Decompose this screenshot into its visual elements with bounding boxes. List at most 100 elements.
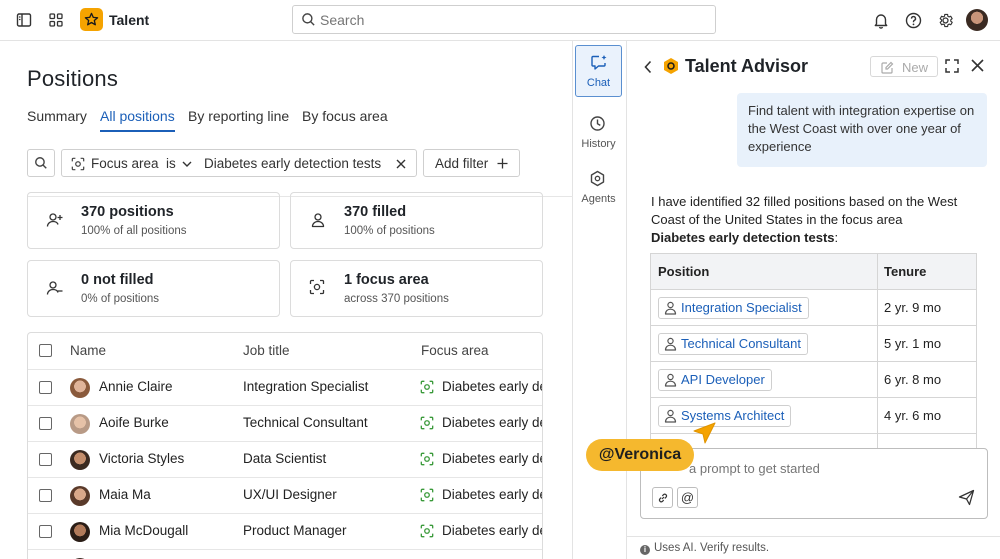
cell-name[interactable]: Aoife Burke	[99, 415, 169, 430]
cell-name[interactable]: Victoria Styles	[99, 451, 184, 466]
cell-focus-area: Diabetes early de	[442, 523, 543, 538]
agent-hexagon-icon	[590, 170, 605, 187]
card-focus-areas[interactable]: 1 focus area across 370 positions	[290, 260, 543, 317]
column-header-name[interactable]: Name	[70, 343, 106, 358]
card-subtitle: 100% of all positions	[81, 225, 187, 237]
ai-message: I have identified 32 filled positions ba…	[651, 193, 986, 247]
position-chip[interactable]: Integration Specialist	[658, 297, 809, 319]
global-search[interactable]	[292, 5, 716, 34]
table-row[interactable]	[28, 549, 542, 559]
cell-name[interactable]: Annie Claire	[99, 379, 173, 394]
clock-icon	[590, 116, 605, 131]
row-checkbox[interactable]	[39, 489, 52, 502]
sidebar-toggle-icon[interactable]	[14, 10, 34, 30]
table-row: API Developer 6 yr. 8 mo	[651, 362, 976, 398]
person-icon	[664, 373, 677, 387]
row-checkbox[interactable]	[39, 381, 52, 394]
position-link[interactable]: API Developer	[681, 372, 765, 387]
person-icon	[664, 409, 677, 423]
card-total-positions[interactable]: 370 positions 100% of all positions	[27, 192, 280, 249]
position-chip[interactable]: Technical Consultant	[658, 333, 808, 355]
avatar	[70, 450, 90, 470]
bell-icon[interactable]	[871, 10, 891, 30]
column-header-job-title[interactable]: Job title	[243, 343, 290, 358]
close-icon[interactable]	[396, 159, 406, 169]
rail-chat[interactable]: Chat	[575, 45, 622, 97]
card-subtitle: 0% of positions	[81, 293, 159, 305]
row-checkbox[interactable]	[39, 453, 52, 466]
add-filter-button[interactable]: Add filter	[423, 149, 520, 177]
table-row[interactable]: Maia Ma UX/UI Designer Diabetes early de	[28, 477, 542, 513]
page-title: Positions	[27, 66, 119, 91]
mention-button[interactable]: @	[677, 487, 698, 508]
user-avatar[interactable]	[966, 9, 988, 31]
mention-tag: @Veronica	[586, 439, 694, 471]
rail-history[interactable]: History	[575, 107, 622, 159]
filter-operator[interactable]: is	[166, 156, 176, 171]
row-checkbox[interactable]	[39, 417, 52, 430]
position-chip[interactable]: API Developer	[658, 369, 772, 391]
filter-search-button[interactable]	[27, 149, 55, 177]
position-link[interactable]: Integration Specialist	[681, 300, 802, 315]
gear-icon[interactable]	[935, 10, 955, 30]
chevron-down-icon[interactable]	[182, 160, 192, 168]
card-subtitle: 100% of positions	[344, 225, 435, 237]
focus-icon	[420, 524, 434, 538]
advisor-title: Talent Advisor	[685, 56, 809, 76]
prompt-input[interactable]	[653, 458, 973, 478]
new-chat-button[interactable]: New	[870, 56, 938, 77]
help-icon[interactable]	[903, 10, 923, 30]
position-chip[interactable]: Systems Architect	[658, 405, 792, 427]
person-add-icon	[46, 213, 63, 227]
top-bar: Talent	[0, 0, 1000, 41]
cell-tenure: 5 yr. 1 mo	[884, 336, 942, 351]
positions-page: Positions Summary All positions By repor…	[0, 41, 573, 559]
position-link[interactable]: Technical Consultant	[681, 336, 801, 351]
column-header-tenure: Tenure	[884, 264, 927, 279]
table-row[interactable]: Mia McDougall Product Manager Diabetes e…	[28, 513, 543, 549]
ai-message-text: I have identified 32 filled positions ba…	[651, 194, 958, 227]
tab-by-reporting-line[interactable]: By reporting line	[188, 108, 289, 124]
tab-summary[interactable]: Summary	[27, 108, 87, 124]
back-chevron-icon[interactable]	[643, 60, 653, 74]
card-filled[interactable]: 370 filled 100% of positions	[290, 192, 543, 249]
table-row[interactable]: Annie Claire Integration Specialist Diab…	[28, 369, 542, 405]
avatar	[70, 486, 90, 506]
talent-logo-icon	[80, 8, 103, 31]
expand-icon[interactable]	[945, 59, 959, 73]
cell-job-title: Data Scientist	[243, 451, 327, 466]
select-all-checkbox[interactable]	[39, 344, 52, 357]
column-header-position: Position	[658, 264, 710, 279]
table-row[interactable]: Victoria Styles Data Scientist Diabetes …	[28, 441, 542, 477]
row-checkbox[interactable]	[39, 525, 52, 538]
cell-job-title: Integration Specialist	[243, 379, 369, 394]
close-icon[interactable]	[971, 59, 984, 72]
avatar	[70, 414, 90, 434]
focus-icon	[420, 380, 434, 394]
card-title: 0 not filled	[81, 272, 154, 288]
cell-tenure: 6 yr. 8 mo	[884, 372, 942, 387]
cell-focus-area: Diabetes early de	[442, 415, 543, 430]
tab-all-positions[interactable]: All positions	[100, 108, 175, 124]
focus-icon	[420, 488, 434, 502]
rail-label: Chat	[586, 77, 611, 89]
plus-icon	[497, 158, 508, 169]
filter-chip[interactable]: Focus area is Diabetes early detection t…	[61, 149, 417, 177]
avatar	[70, 378, 90, 398]
rail-label: Agents	[581, 193, 616, 205]
search-icon	[302, 13, 315, 26]
ai-disclaimer: i Uses AI. Verify results.	[640, 542, 769, 555]
app-grid-icon[interactable]	[46, 10, 66, 30]
table-row[interactable]: Aoife Burke Technical Consultant Diabete…	[28, 405, 543, 441]
chat-sparkle-icon	[591, 55, 607, 70]
attach-button[interactable]	[652, 487, 673, 508]
cell-name[interactable]: Maia Ma	[99, 487, 151, 502]
rail-agents[interactable]: Agents	[575, 162, 622, 214]
card-not-filled[interactable]: 0 not filled 0% of positions	[27, 260, 280, 317]
table-header: Name Job title Focus area	[28, 333, 542, 369]
tab-by-focus-area[interactable]: By focus area	[302, 108, 388, 124]
cell-name[interactable]: Mia McDougall	[99, 523, 188, 538]
send-icon[interactable]	[958, 489, 975, 506]
search-input[interactable]	[320, 10, 700, 30]
column-header-focus-area[interactable]: Focus area	[421, 343, 489, 358]
